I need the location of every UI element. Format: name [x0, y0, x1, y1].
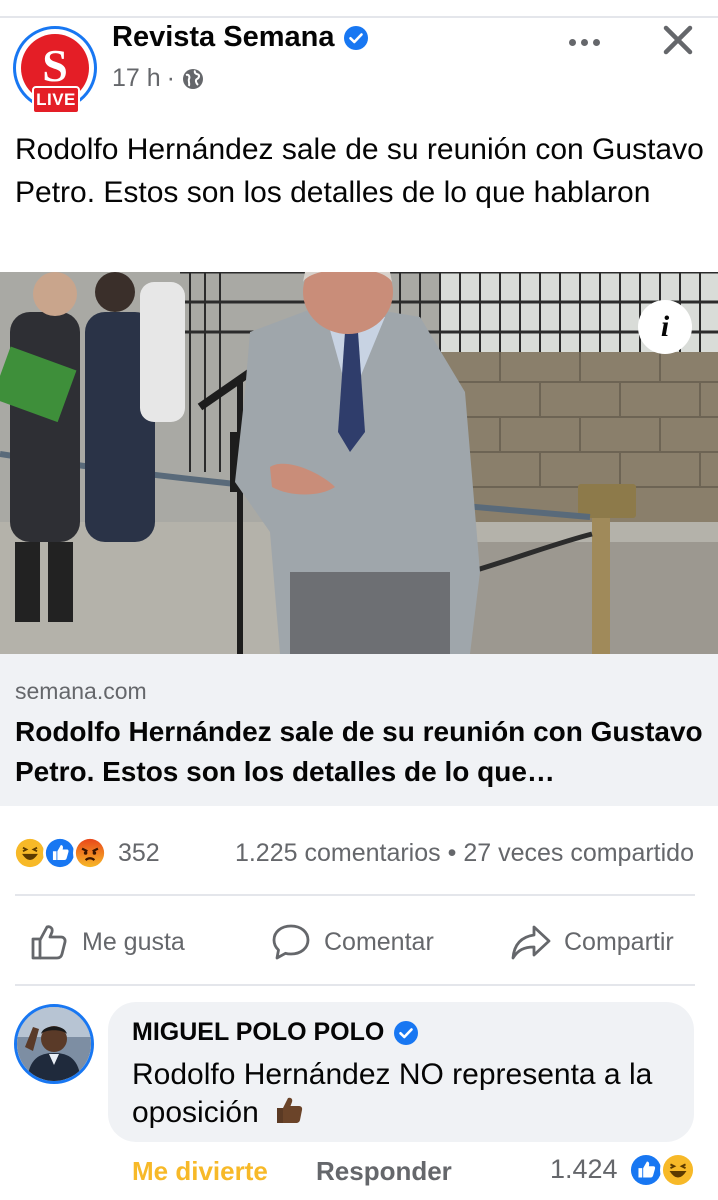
commenter-photo — [17, 1007, 91, 1081]
like-label: Me gusta — [82, 927, 185, 956]
reaction-icons[interactable] — [13, 836, 113, 870]
commenter-name[interactable]: MIGUEL POLO POLO — [132, 1018, 384, 1047]
comment-bubble[interactable]: MIGUEL POLO POLO Rodolfo Hernández NO re… — [108, 1002, 694, 1142]
post-stats: 1.225 comentarios • 27 veces compartido — [235, 839, 694, 868]
reaction-count[interactable]: 352 — [118, 839, 160, 868]
commenter-name-row: MIGUEL POLO POLO — [132, 1018, 419, 1047]
logo-letter: S — [42, 40, 68, 91]
like-reaction-icon — [43, 836, 77, 870]
link-preview[interactable]: semana.com Rodolfo Hernández sale de su … — [0, 654, 718, 806]
thumbs-up-emoji-icon — [277, 1097, 303, 1123]
post-time[interactable]: 17 h — [112, 64, 161, 93]
comments-count[interactable]: 1.225 comentarios — [235, 839, 441, 867]
comment-footer: Me divierte Responder 1.424 — [0, 1152, 718, 1196]
share-button[interactable]: Compartir — [510, 906, 674, 978]
meta-separator: · — [166, 64, 175, 92]
haha-reaction-icon — [660, 1152, 696, 1188]
angry-reaction-icon — [73, 836, 107, 870]
info-icon[interactable]: i — [638, 300, 692, 354]
speech-bubble-icon — [272, 924, 310, 960]
verified-badge-icon — [344, 25, 369, 50]
post-meta: 17 h · — [112, 64, 205, 93]
post-photo[interactable] — [0, 272, 718, 654]
post-text: Rodolfo Hernández sale de su reunión con… — [15, 133, 704, 209]
divider — [15, 984, 695, 986]
reply-button[interactable]: Responder — [316, 1156, 452, 1187]
comment-reaction-count[interactable]: 1.424 — [550, 1154, 618, 1185]
globe-icon — [183, 68, 203, 89]
more-options-icon[interactable] — [560, 24, 608, 60]
stats-separator: • — [447, 839, 457, 867]
divider — [15, 894, 695, 896]
post-header: S LIVE Revista Semana 17 h · — [0, 18, 718, 118]
like-button[interactable]: Me gusta — [28, 906, 185, 978]
comment-button[interactable]: Comentar — [270, 906, 434, 978]
comment-text-block: Rodolfo Hernández NO representa a la opo… — [132, 1056, 677, 1132]
page-name-row: Revista Semana — [112, 21, 369, 54]
share-arrow-icon — [511, 925, 551, 960]
commenter-avatar[interactable] — [14, 1004, 94, 1084]
thumbs-up-icon — [31, 925, 67, 960]
comment-reaction-button[interactable]: Me divierte — [132, 1156, 268, 1187]
live-badge: LIVE — [32, 86, 80, 114]
photo-illustration — [0, 272, 718, 654]
link-domain: semana.com — [15, 678, 147, 704]
link-title: Rodolfo Hernández sale de su reunión con… — [15, 716, 703, 787]
action-bar: Me gusta Comentar Compartir — [0, 906, 718, 978]
haha-reaction-icon — [13, 836, 47, 870]
comment-label: Comentar — [324, 927, 434, 956]
verified-badge-icon — [394, 1020, 419, 1045]
like-reaction-icon — [628, 1152, 664, 1188]
page-name[interactable]: Revista Semana — [112, 21, 334, 54]
close-icon[interactable] — [656, 18, 700, 62]
reactions-row: 352 1.225 comentarios • 27 veces compart… — [0, 828, 718, 878]
share-label: Compartir — [564, 927, 674, 956]
comment-text: Rodolfo Hernández NO representa a la opo… — [132, 1058, 653, 1129]
comment-reaction-icons[interactable] — [628, 1152, 702, 1188]
shares-count[interactable]: 27 veces compartido — [463, 839, 694, 867]
page-avatar[interactable]: S LIVE — [13, 26, 97, 114]
